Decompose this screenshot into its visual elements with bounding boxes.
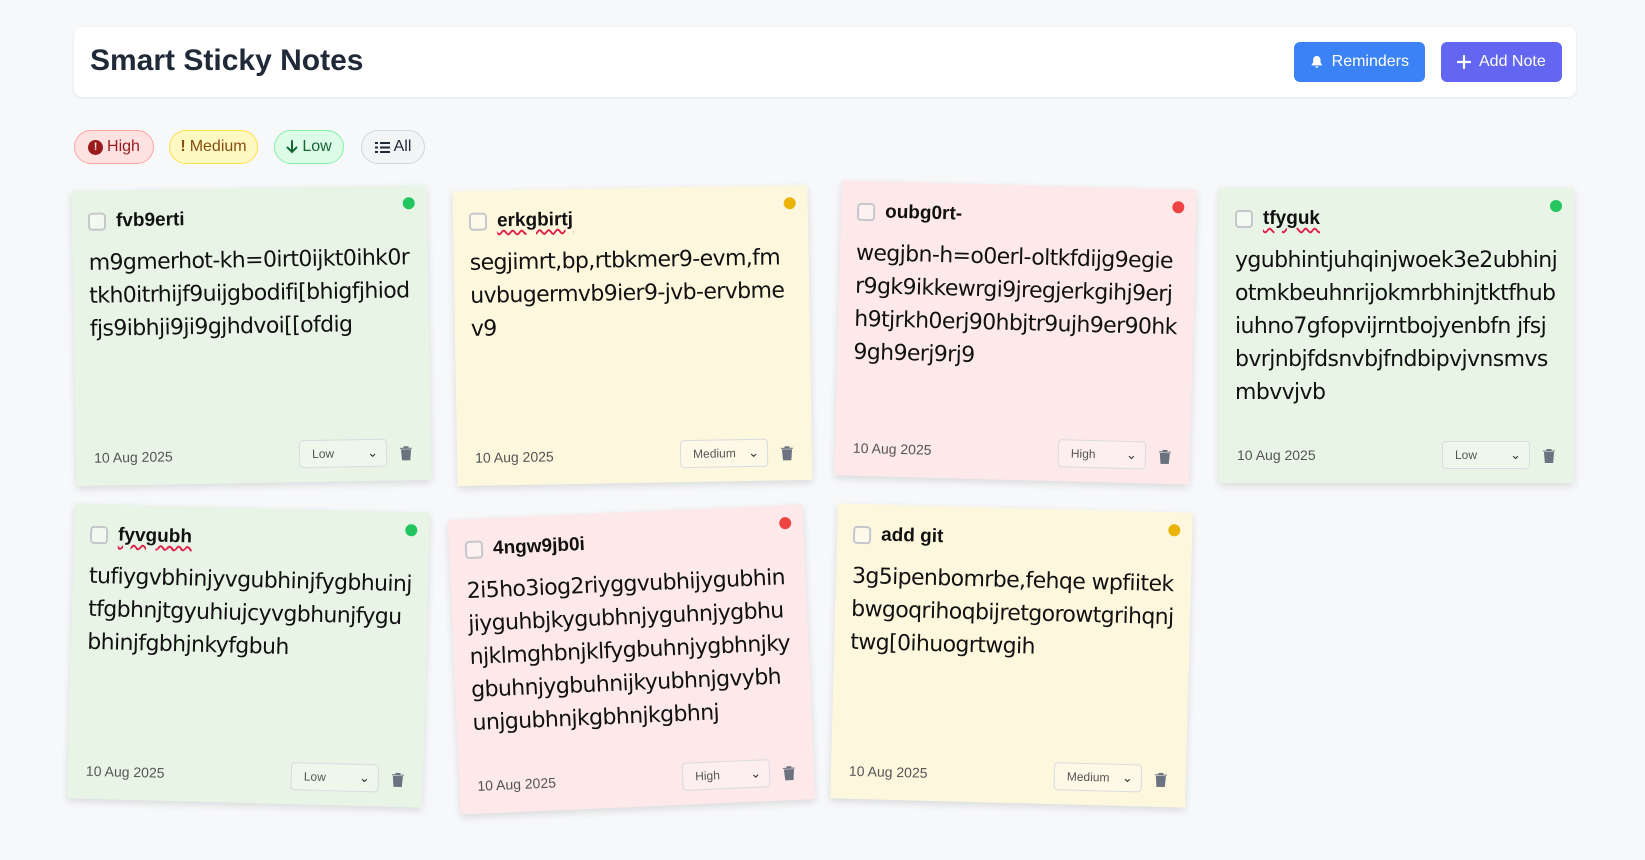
exclamation-circle-icon: !: [88, 139, 104, 155]
note-date: 10 Aug 2025: [474, 448, 554, 466]
plus-icon: [1457, 55, 1471, 69]
priority-dot: [1172, 201, 1185, 214]
note-body[interactable]: wegjbn-h=o0erl-oltkfdijg9egier9gk9ikkewr…: [853, 237, 1179, 377]
filter-low-button[interactable]: Low: [274, 130, 344, 164]
list-icon: [374, 141, 390, 153]
priority-select-value: High: [694, 768, 721, 784]
filter-high-button[interactable]: ! High: [74, 130, 154, 164]
chevron-down-icon: ⌄: [1121, 769, 1134, 786]
sticky-note[interactable]: tfyguk ygubhintjuhqinjwoek3e2ubhinjotmkb…: [1219, 188, 1574, 483]
sticky-note[interactable]: add git 3g5ipenbomrbe,fehqe wpfiitekbwgo…: [830, 503, 1193, 808]
sticky-note[interactable]: oubg0rt- wegjbn-h=o0erl-oltkfdijg9egier9…: [834, 180, 1197, 485]
note-body[interactable]: m9gmerhot-kh=0irt0ijkt0ihk0rtkh0itrhijf9…: [88, 241, 413, 346]
priority-dot: [402, 197, 415, 210]
priority-dot: [1168, 524, 1181, 537]
priority-select[interactable]: Medium ⌄: [679, 438, 769, 469]
note-checkbox[interactable]: [468, 212, 488, 231]
priority-select-value: High: [1070, 446, 1096, 462]
priority-select-value: Medium: [1066, 769, 1110, 785]
priority-select[interactable]: Low ⌄: [298, 438, 388, 469]
filter-medium-button[interactable]: ! Medium: [169, 130, 258, 164]
note-checkbox[interactable]: [464, 540, 484, 560]
note-title: fyvgubh: [117, 524, 193, 548]
reminders-label: Reminders: [1331, 53, 1409, 70]
note-checkbox[interactable]: [856, 202, 876, 222]
chevron-down-icon: ⌄: [367, 444, 379, 460]
app-header: Smart Sticky Notes Reminders Add Note: [74, 27, 1576, 97]
note-checkbox[interactable]: [1235, 210, 1253, 228]
priority-dot: [783, 197, 796, 210]
add-note-label: Add Note: [1479, 53, 1546, 70]
note-body[interactable]: 2i5ho3iog2riyggvubhijygubhinjiyguhbjkygu…: [466, 561, 796, 740]
priority-select[interactable]: Medium ⌄: [1053, 762, 1143, 793]
trash-icon[interactable]: [399, 445, 413, 461]
note-checkbox[interactable]: [87, 212, 107, 231]
priority-select[interactable]: Low ⌄: [1442, 441, 1530, 469]
trash-icon[interactable]: [1542, 448, 1556, 464]
note-date: 10 Aug 2025: [477, 774, 557, 794]
priority-dot: [405, 524, 418, 537]
chevron-down-icon: ⌄: [749, 765, 762, 781]
exclamation-icon: !: [180, 138, 186, 155]
priority-select-value: Low: [311, 446, 335, 461]
priority-dot: [1550, 200, 1562, 212]
filter-medium-label: Medium: [189, 138, 247, 155]
chevron-down-icon: ⌄: [358, 769, 371, 786]
note-title: oubg0rt-: [884, 201, 963, 225]
sticky-note[interactable]: fyvgubh tufiygvbhinjyvgubhinjfygbhuinjtf…: [67, 503, 430, 808]
filter-all-button[interactable]: All: [361, 130, 425, 164]
note-body[interactable]: segjimrt,bp,rtbkmer9-evm,fmuvbugermvb9ie…: [469, 241, 794, 346]
note-checkbox[interactable]: [89, 525, 109, 545]
note-title: 4ngw9jb0i: [492, 533, 586, 559]
sticky-note[interactable]: erkgbirtj segjimrt,bp,rtbkmer9-evm,fmuvb…: [452, 184, 813, 487]
note-checkbox[interactable]: [852, 525, 872, 545]
trash-icon[interactable]: [1154, 772, 1168, 788]
note-date: 10 Aug 2025: [852, 439, 932, 458]
add-note-button[interactable]: Add Note: [1441, 42, 1562, 82]
note-body[interactable]: 3g5ipenbomrbe,fehqe wpfiitekbwgoqrihoqbi…: [850, 560, 1175, 667]
note-date: 10 Aug 2025: [85, 762, 165, 781]
chevron-down-icon: ⌄: [748, 444, 760, 460]
priority-select-value: Medium: [692, 446, 736, 461]
trash-icon[interactable]: [391, 772, 405, 788]
note-date: 10 Aug 2025: [1237, 447, 1316, 463]
priority-select-value: Low: [303, 769, 327, 785]
note-title: add git: [880, 524, 944, 548]
trash-icon[interactable]: [782, 765, 797, 782]
priority-dot: [778, 516, 792, 530]
chevron-down-icon: ⌄: [1125, 446, 1138, 463]
reminders-button[interactable]: Reminders: [1294, 42, 1425, 82]
sticky-note[interactable]: 4ngw9jb0i 2i5ho3iog2riyggvubhijygubhinji…: [447, 504, 816, 815]
chevron-down-icon: ⌄: [1510, 447, 1521, 462]
note-date: 10 Aug 2025: [848, 762, 928, 781]
note-title: erkgbirtj: [496, 209, 574, 232]
filter-high-label: High: [107, 138, 140, 155]
app-title: Smart Sticky Notes: [90, 44, 364, 77]
priority-select-value: Low: [1455, 448, 1478, 462]
arrow-down-icon: [286, 140, 298, 154]
priority-select[interactable]: Low ⌄: [290, 762, 380, 793]
note-body[interactable]: ygubhintjuhqinjwoek3e2ubhinjotmkbeuhnrij…: [1235, 244, 1558, 409]
trash-icon[interactable]: [1158, 449, 1172, 465]
note-body[interactable]: tufiygvbhinjyvgubhinjfygbhuinjtfgbhnjtgy…: [87, 560, 412, 667]
priority-select[interactable]: High ⌄: [1057, 439, 1147, 470]
filter-low-label: Low: [302, 138, 332, 155]
filter-all-label: All: [393, 138, 412, 155]
trash-icon[interactable]: [780, 445, 794, 461]
note-title: fvb9erti: [115, 209, 185, 232]
bell-icon: [1311, 56, 1322, 68]
note-date: 10 Aug 2025: [93, 448, 173, 466]
note-title: tfyguk: [1263, 208, 1320, 229]
sticky-note[interactable]: fvb9erti m9gmerhot-kh=0irt0ijkt0ihk0rtkh…: [71, 184, 432, 487]
priority-select[interactable]: High ⌄: [681, 759, 771, 791]
